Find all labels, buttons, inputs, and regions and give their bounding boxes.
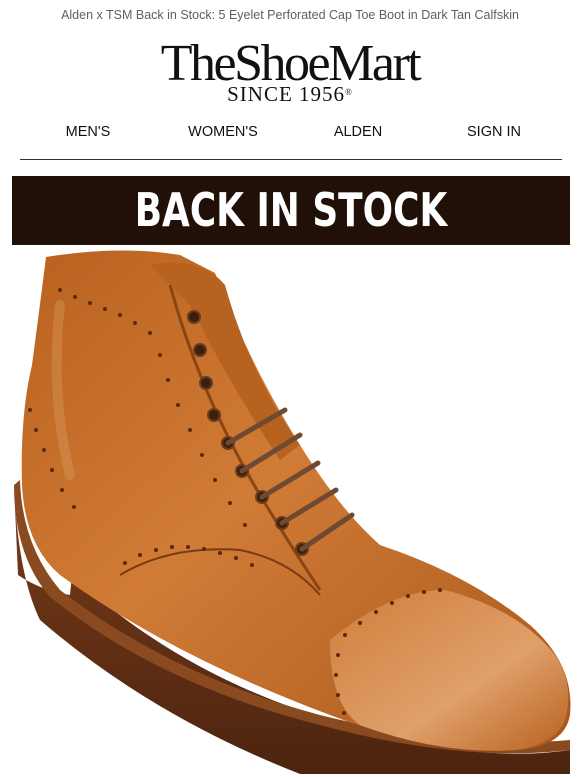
main-nav: MEN'S WOMEN'S ALDEN SIGN IN [20, 124, 562, 144]
preheader-text: Alden x TSM Back in Stock: 5 Eyelet Perf… [61, 8, 519, 22]
nav-signin[interactable]: SIGN IN [467, 124, 521, 140]
nav-divider [20, 159, 562, 160]
registered-mark: ® [345, 87, 353, 97]
nav-alden[interactable]: ALDEN [334, 124, 382, 140]
boot-illustration [14, 250, 571, 774]
nav-mens[interactable]: MEN'S [66, 124, 111, 140]
product-image[interactable] [0, 245, 580, 774]
nav-womens[interactable]: WOMEN'S [188, 124, 258, 140]
store-logo[interactable]: TheShoeMart SINCE 1956® [0, 38, 580, 106]
logo-since-text: SINCE 1956 [227, 82, 346, 106]
logo-since: SINCE 1956® [0, 82, 580, 106]
banner-text: BACK IN STOCK [134, 183, 448, 237]
back-in-stock-banner[interactable]: BACK IN STOCK [12, 176, 570, 245]
